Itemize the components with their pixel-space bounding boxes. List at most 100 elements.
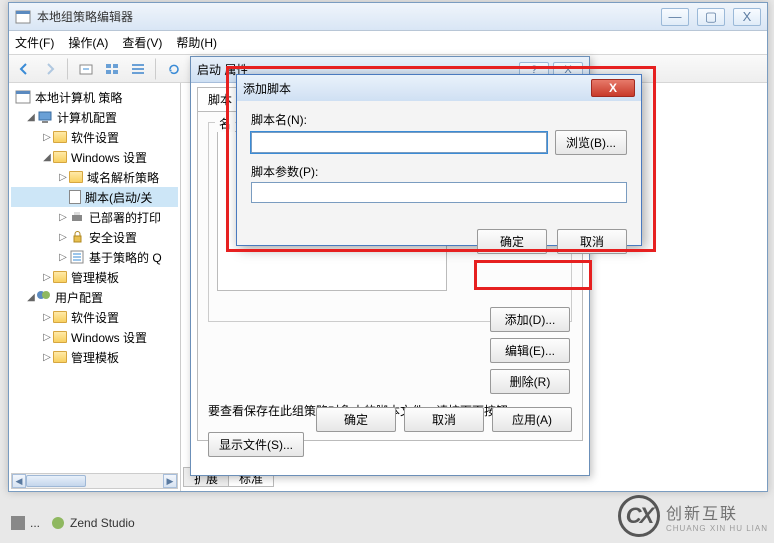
tree-label: 域名解析策略: [87, 169, 159, 186]
tree-root[interactable]: 本地计算机 策略: [11, 87, 178, 107]
back-button[interactable]: [13, 58, 35, 80]
forward-button[interactable]: [39, 58, 61, 80]
watermark-text: 创新互联: [666, 500, 768, 524]
separator: [155, 58, 157, 80]
script-name-label: 脚本名(N):: [251, 111, 627, 128]
menu-view[interactable]: 查看(V): [122, 34, 162, 51]
taskbar-label: Zend Studio: [70, 516, 135, 530]
add-close-button[interactable]: X: [591, 79, 635, 97]
browse-button[interactable]: 浏览(B)...: [555, 130, 627, 155]
tree-label: 已部署的打印: [89, 209, 161, 226]
tree-templates[interactable]: ▷ 管理模板: [11, 267, 178, 287]
expand-icon[interactable]: ▷: [41, 312, 53, 323]
titlebar: 本地组策略编辑器 — ▢ X: [9, 3, 767, 31]
tree-label: 用户配置: [55, 289, 103, 306]
menu-action[interactable]: 操作(A): [68, 34, 108, 51]
tree-software[interactable]: ▷软件设置: [11, 127, 178, 147]
tree-scrollbar[interactable]: ◀ ▶: [11, 473, 178, 489]
script-name-input[interactable]: [251, 132, 547, 153]
show-files-button[interactable]: 显示文件(S)...: [208, 432, 304, 457]
expand-icon[interactable]: ▷: [57, 252, 69, 263]
add-bottom-buttons: 确定 取消: [237, 221, 641, 266]
add-body: 脚本名(N): 浏览(B)... 脚本参数(P):: [237, 101, 641, 221]
expand-icon[interactable]: ▷: [41, 332, 53, 343]
prop-ok-button[interactable]: 确定: [316, 407, 396, 432]
taskbar-hints: ... Zend Studio: [10, 515, 135, 531]
script-icon: [69, 190, 81, 204]
taskbar-item-zend[interactable]: Zend Studio: [50, 515, 135, 531]
taskbar-item[interactable]: ...: [10, 515, 40, 531]
tree-computer[interactable]: ◢ 计算机配置: [11, 107, 178, 127]
add-script-dialog: 添加脚本 X 脚本名(N): 浏览(B)... 脚本参数(P): 确定 取消: [236, 74, 642, 246]
collapse-icon[interactable]: ◢: [25, 112, 37, 123]
tree-label: Windows 设置: [71, 149, 147, 166]
scroll-right-button[interactable]: ▶: [163, 474, 177, 488]
folder-icon: [53, 351, 67, 363]
tree-label: Windows 设置: [71, 329, 147, 346]
scroll-thumb[interactable]: [26, 475, 86, 487]
tree-label: 软件设置: [71, 309, 119, 326]
expand-icon[interactable]: ▷: [57, 172, 69, 183]
tree-security[interactable]: ▷ 安全设置: [11, 227, 178, 247]
tree-printers[interactable]: ▷ 已部署的打印: [11, 207, 178, 227]
tree-panel[interactable]: 本地计算机 策略 ◢ 计算机配置 ▷ 软件设置 ◢ Windows 设置 ▷ 域名解析策…: [9, 83, 181, 491]
add-cancel-button[interactable]: 取消: [557, 229, 627, 254]
script-param-input[interactable]: [251, 182, 627, 203]
expand-icon[interactable]: ▷: [41, 132, 53, 143]
add-title-text: 添加脚本: [243, 80, 591, 97]
group-label: 名: [215, 115, 235, 132]
tree-user[interactable]: ◢ 用户配置: [11, 287, 178, 307]
list-button[interactable]: [101, 58, 123, 80]
close-button[interactable]: X: [733, 8, 761, 26]
tree-label: 计算机配置: [57, 109, 117, 126]
collapse-icon[interactable]: ◢: [25, 292, 37, 303]
watermark-logo: CX: [618, 495, 660, 537]
tree-u-templates[interactable]: ▷ 管理模板: [11, 347, 178, 367]
tree-scripts[interactable]: 脚本(启动/关: [11, 187, 178, 207]
edit-button[interactable]: 编辑(E)...: [490, 338, 570, 363]
add-button[interactable]: 添加(D)...: [490, 307, 570, 332]
expand-icon[interactable]: ▷: [57, 232, 69, 243]
minimize-button[interactable]: —: [661, 8, 689, 26]
add-ok-button[interactable]: 确定: [477, 229, 547, 254]
folder-icon: [53, 151, 67, 163]
expand-icon[interactable]: ▷: [41, 352, 53, 363]
prop-cancel-button[interactable]: 取消: [404, 407, 484, 432]
collapse-icon[interactable]: ◢: [41, 152, 53, 163]
refresh-button[interactable]: [163, 58, 185, 80]
script-param-label: 脚本参数(P):: [251, 163, 627, 180]
watermark-subtext: CHUANG XIN HU LIAN: [666, 524, 768, 533]
scroll-left-button[interactable]: ◀: [12, 474, 26, 488]
menubar: 文件(F) 操作(A) 查看(V) 帮助(H): [9, 31, 767, 55]
window-buttons: — ▢ X: [661, 8, 761, 26]
folder-icon: [53, 311, 67, 323]
expand-icon[interactable]: ▷: [57, 212, 69, 223]
up-button[interactable]: [75, 58, 97, 80]
menu-file[interactable]: 文件(F): [15, 34, 54, 51]
folder-icon: [53, 331, 67, 343]
folder-icon: [53, 271, 67, 283]
folder-icon: [69, 171, 83, 183]
tree-policy-based[interactable]: ▷基于策略的 Q: [11, 247, 178, 267]
maximize-button[interactable]: ▢: [697, 8, 725, 26]
side-buttons: 添加(D)... 编辑(E)... 删除(R): [490, 307, 570, 394]
tree-windows[interactable]: ◢ Windows 设置: [11, 147, 178, 167]
add-titlebar: 添加脚本 X: [237, 75, 641, 101]
tree-u-software[interactable]: ▷ 软件设置: [11, 307, 178, 327]
tree-label: 管理模板: [71, 349, 119, 366]
tree-dns[interactable]: ▷ 域名解析策略: [11, 167, 178, 187]
users-icon: [37, 291, 51, 303]
tree-u-windows[interactable]: ▷ Windows 设置: [11, 327, 178, 347]
menu-help[interactable]: 帮助(H): [176, 34, 217, 51]
tree-label: 安全设置: [89, 229, 137, 246]
tree-label: 管理模板: [71, 269, 119, 286]
folder-icon: [53, 131, 67, 143]
expand-icon[interactable]: ▷: [41, 272, 53, 283]
prop-apply-button[interactable]: 应用(A): [492, 407, 572, 432]
detail-button[interactable]: [127, 58, 149, 80]
tree-root-label: 本地计算机 策略: [35, 89, 122, 106]
remove-button[interactable]: 删除(R): [490, 369, 570, 394]
separator: [67, 58, 69, 80]
window-title: 本地组策略编辑器: [37, 8, 661, 25]
tree-label: 脚本(启动/关: [85, 189, 152, 206]
